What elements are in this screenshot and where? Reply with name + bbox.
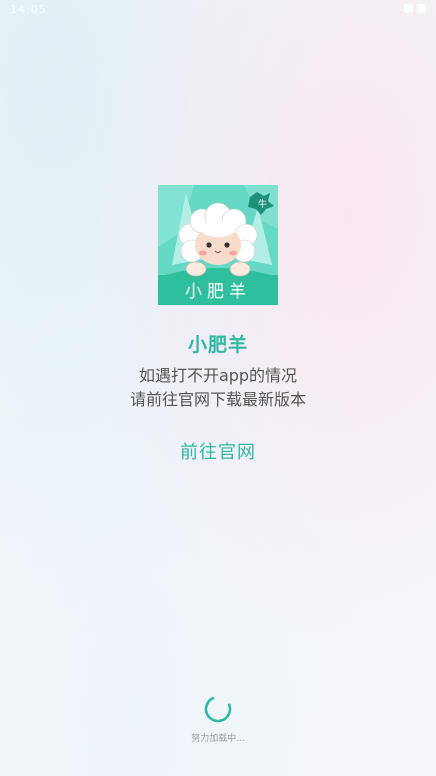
app-logo: 牛 小肥羊: [158, 185, 278, 305]
logo-text: 小肥羊: [185, 282, 251, 302]
status-time: 14:05: [10, 3, 47, 16]
app-name: 小肥羊: [187, 334, 248, 356]
status-icons: [404, 4, 426, 13]
status-bar: 14:05: [0, 0, 436, 20]
wifi-icon: [404, 4, 413, 13]
battery-icon: [417, 4, 426, 13]
go-to-website-link[interactable]: 前往官网: [163, 438, 273, 464]
notice-line-1: 如遇打不开app的情况: [138, 366, 298, 385]
notice-text: 如遇打不开app的情况 请前往官网下载最新版本: [0, 364, 436, 412]
spinner-icon: [203, 694, 233, 724]
loading-text: 努力加载中...: [191, 734, 245, 744]
sheep-logo-image: 牛 小肥羊: [158, 185, 278, 305]
badge-glyph: 牛: [258, 198, 267, 210]
notice-line-2: 请前往官网下载最新版本: [129, 390, 306, 409]
